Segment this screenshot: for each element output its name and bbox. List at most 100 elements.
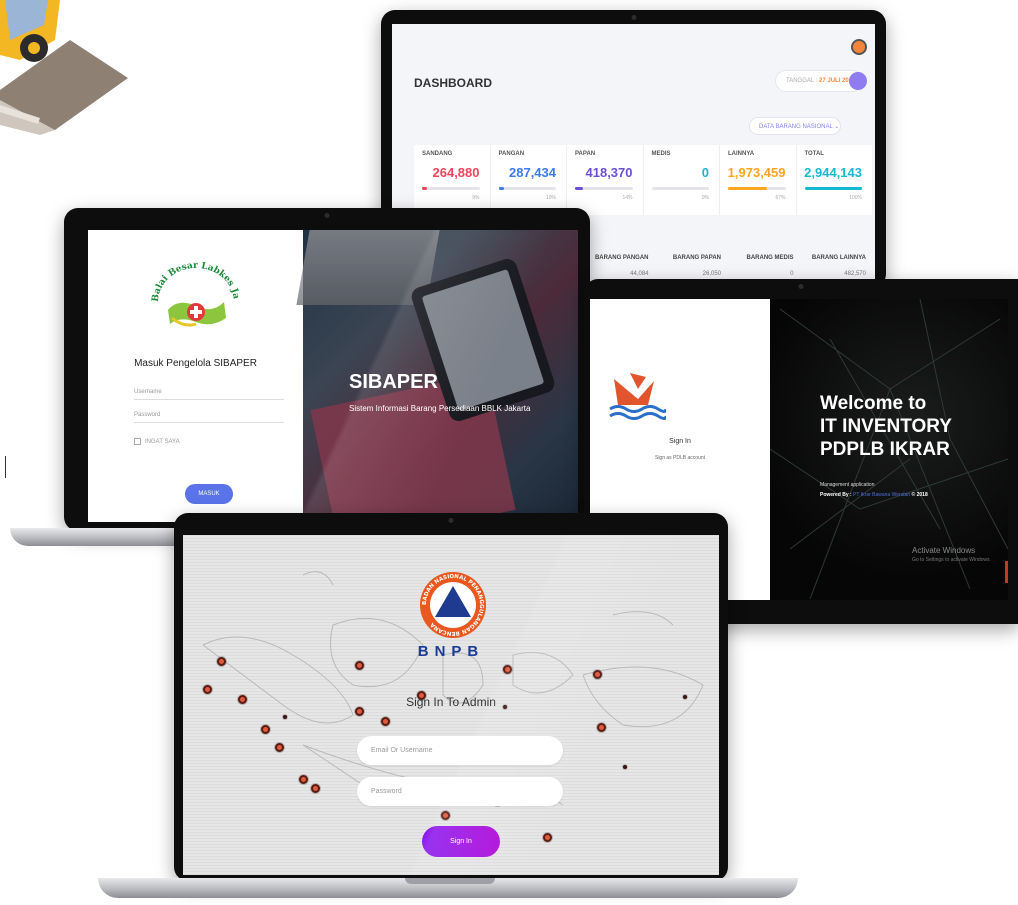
- map-marker: [441, 811, 450, 820]
- login-title: Masuk Pengelola SIBAPER: [134, 358, 257, 369]
- laptop-bnpb: BADAN NASIONAL PENANGGULANGAN BENCANA BN…: [174, 513, 728, 881]
- svg-text:Balai Besar Labkes Jakarta: Balai Besar Labkes Jakarta: [148, 258, 241, 302]
- stat-card: MEDIS 0 0%: [644, 145, 720, 215]
- logo-arc-text: Balai Besar Labkes Jakarta: [148, 258, 241, 302]
- table-cell: 26,050: [702, 271, 721, 277]
- map-marker: [355, 661, 364, 670]
- powered-company-link[interactable]: PT Ikrar Bawana Wendan: [853, 492, 910, 498]
- password-placeholder: Password: [371, 788, 402, 795]
- login-button[interactable]: MASUK: [185, 484, 233, 504]
- map-marker: [503, 665, 512, 674]
- hero-panel: SIBAPER Sistem Informasi Barang Persedia…: [296, 230, 578, 522]
- password-placeholder: Password: [134, 412, 161, 418]
- forklift-illustration: [0, 0, 128, 135]
- bnpb-screen: BADAN NASIONAL PENANGGULANGAN BENCANA BN…: [183, 535, 719, 875]
- stats-row: SANDANG 264,880 9% PANGAN 287,434 10% PA…: [414, 145, 872, 215]
- hero-overlay: [303, 230, 578, 522]
- stat-label: SANDANG: [422, 151, 453, 157]
- stat-progress-fill: [575, 187, 584, 190]
- stat-card: TOTAL 2,944,143 100%: [797, 145, 873, 215]
- stat-label: PAPAN: [575, 151, 596, 157]
- map-marker: [299, 775, 308, 784]
- welcome-line: IT INVENTORY: [820, 416, 952, 437]
- camera-dot: [798, 284, 804, 289]
- camera-dot: [631, 15, 636, 20]
- org-name: BNPB: [417, 643, 485, 660]
- table-cell: 44,084: [630, 271, 649, 277]
- map-marker-small: [623, 765, 627, 769]
- map-marker-small: [283, 715, 287, 719]
- sibaper-screen: Balai Besar Labkes Jakarta Masuk Pengelo…: [88, 230, 578, 522]
- stat-label: LAINNYA: [728, 151, 755, 157]
- stat-percent: 10%: [545, 195, 556, 201]
- stat-label: TOTAL: [804, 151, 824, 157]
- stat-progress: [804, 187, 862, 190]
- page-title: DASHBOARD: [414, 76, 492, 90]
- stat-progress-fill: [498, 187, 505, 190]
- map-marker: [203, 685, 212, 694]
- user-avatar[interactable]: [851, 39, 867, 55]
- ship-logo: [609, 373, 666, 420]
- stat-value: 287,434: [509, 165, 556, 180]
- stand-line: [0, 456, 6, 478]
- activate-windows-title: Activate Windows: [912, 546, 976, 555]
- stat-value: 1,973,459: [727, 165, 786, 180]
- stat-percent: 0%: [701, 195, 709, 201]
- email-field[interactable]: Email Or Username: [357, 736, 563, 765]
- table-cell: 0: [790, 271, 794, 277]
- activate-windows-subtitle: Go to Settings to activate Windows.: [912, 557, 991, 563]
- stat-percent: 9%: [472, 195, 480, 201]
- password-field[interactable]: Password: [134, 407, 284, 423]
- brand-title: SIBAPER: [349, 371, 438, 393]
- table-header-cell: BARANG PAPAN: [672, 255, 721, 261]
- map-marker: [261, 725, 270, 734]
- stat-progress: [728, 187, 786, 190]
- brand-subtitle: Sistem Informasi Barang Persediaan BBLK …: [349, 404, 531, 413]
- data-filter-select[interactable]: DATA BARANG NASIONAL ⌄: [749, 117, 841, 135]
- table-cell: 482,570: [844, 271, 866, 277]
- stat-progress-fill: [422, 187, 428, 190]
- scroll-indicator: [1005, 561, 1008, 583]
- calendar-icon[interactable]: [849, 72, 867, 90]
- signin-title: Sign In To Admin: [406, 695, 496, 709]
- welcome-line: PDPLB IKRAR: [820, 439, 950, 460]
- password-field[interactable]: Password: [357, 777, 563, 806]
- signin-button[interactable]: Sign In: [422, 826, 500, 857]
- signin-title: Sign In: [669, 438, 691, 445]
- stat-progress: [498, 187, 556, 190]
- stat-label: PANGAN: [498, 151, 525, 157]
- stat-card: LAINNYA 1,973,459 67%: [720, 145, 797, 215]
- stat-card: PAPAN 418,370 14%: [567, 145, 644, 215]
- powered-prefix: Powered By :: [820, 492, 852, 498]
- welcome-panel: Welcome to IT INVENTORY PDPLB IKRAR Mana…: [770, 299, 1008, 600]
- remember-checkbox[interactable]: INGAT SAYA: [134, 438, 180, 445]
- username-field[interactable]: Username: [134, 384, 284, 400]
- chevron-down-icon: ⌄: [834, 124, 840, 130]
- showcase-stage: DASHBOARD TANGGAL : 27 JULI 2018 DATA BA…: [0, 0, 1018, 905]
- stat-progress: [422, 187, 480, 190]
- table-header-row: BARANG PANGAN BARANG PAPAN BARANG MEDIS …: [582, 250, 872, 266]
- map-marker: [593, 670, 602, 679]
- welcome-title: Welcome to IT INVENTORY PDPLB IKRAR: [820, 392, 952, 461]
- table-header-cell: BARANG MEDIS: [746, 255, 794, 261]
- management-label: Management application: [820, 482, 875, 488]
- camera-dot: [448, 518, 454, 523]
- powered-by: Powered By : PT Ikrar Bawana Wendan © 20…: [820, 492, 928, 498]
- stat-card: SANDANG 264,880 9%: [414, 145, 491, 215]
- stat-percent: 100%: [849, 195, 862, 201]
- remember-label: INGAT SAYA: [145, 438, 180, 445]
- camera-dot: [324, 213, 330, 218]
- signin-subtitle: Sign as PDLB account: [654, 455, 706, 461]
- goods-table: BARANG PANGAN BARANG PAPAN BARANG MEDIS …: [582, 250, 872, 282]
- data-filter-label: DATA BARANG NASIONAL: [759, 124, 833, 130]
- map-marker: [311, 784, 320, 793]
- table-header-cell: BARANG PANGAN: [594, 255, 649, 261]
- bnpb-logo: BADAN NASIONAL PENANGGULANGAN BENCANA: [420, 572, 486, 638]
- laptop-notch: [405, 878, 495, 884]
- stat-value: 2,944,143: [804, 165, 862, 180]
- stat-value: 418,370: [585, 165, 633, 180]
- login-panel: Balai Besar Labkes Jakarta Masuk Pengelo…: [88, 230, 303, 522]
- powered-year: © 2018: [911, 492, 928, 498]
- date-prefix: TANGGAL :: [786, 78, 818, 84]
- stat-label: MEDIS: [651, 151, 671, 157]
